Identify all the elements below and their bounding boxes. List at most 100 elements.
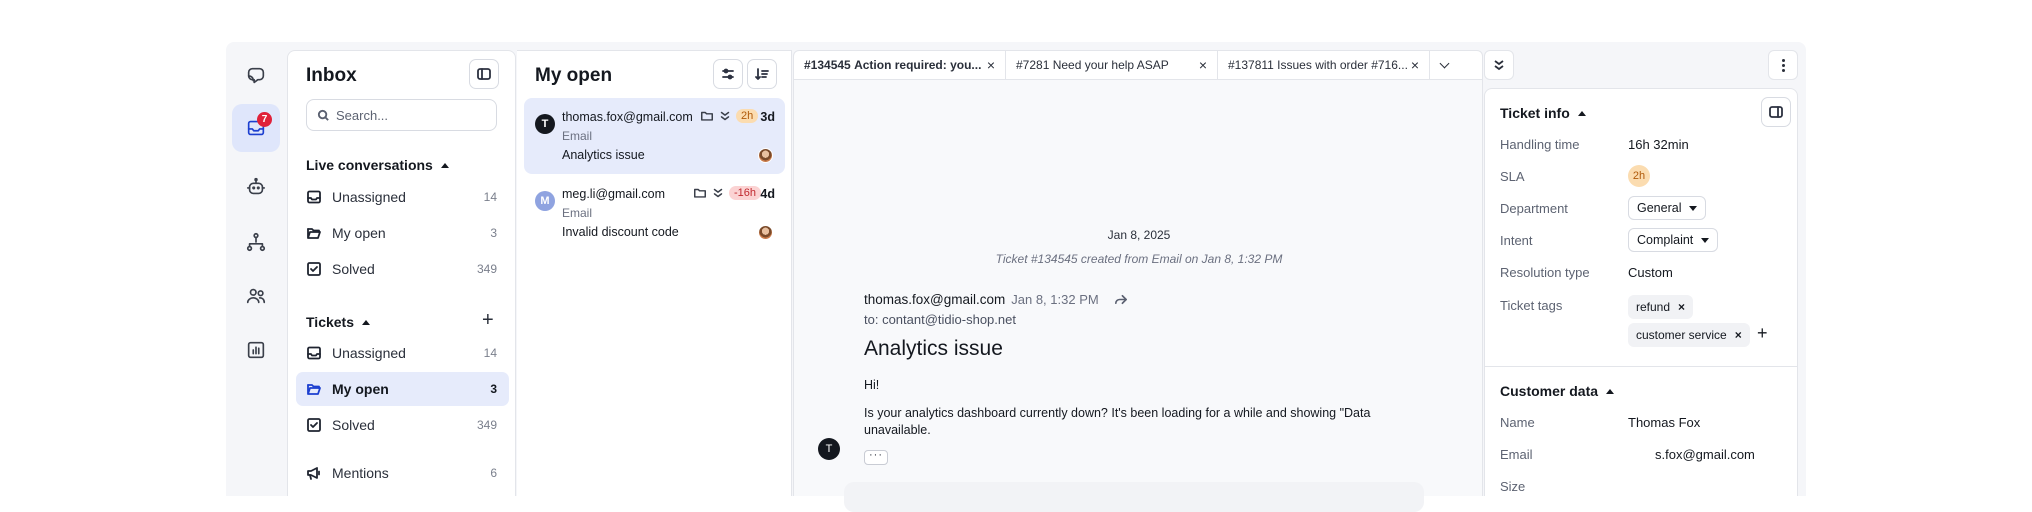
tab-ticket-7281[interactable]: #7281 Need your help ASAP × [1006, 51, 1218, 79]
customer-email-value[interactable]: s.fox@gmail.com [1655, 447, 1755, 462]
ticket-list-item[interactable]: T thomas.fox@gmail.com Email Analytics i… [524, 98, 785, 174]
rail-contacts-button[interactable] [232, 272, 280, 320]
tab-id: #134545 [804, 58, 851, 72]
handling-time-label: Handling time [1500, 137, 1580, 152]
sender-avatar: T [818, 438, 840, 460]
nav-label: Solved [332, 417, 375, 433]
chevrons-down-icon [713, 188, 723, 198]
search-input[interactable] [336, 107, 486, 123]
nav-label: Unassigned [332, 189, 406, 205]
ticket-info-label: Ticket info [1500, 105, 1570, 121]
resolution-type-value[interactable]: Custom [1628, 265, 1673, 280]
left-rail: 7 [226, 42, 286, 496]
section-divider [1485, 366, 1797, 367]
customer-avatar: T [535, 114, 555, 134]
department-label: Department [1500, 201, 1568, 216]
mentions-item[interactable]: Mentions 6 [296, 456, 509, 490]
customer-data-heading[interactable]: Customer data [1500, 383, 1615, 399]
customer-name-value[interactable]: Thomas Fox [1628, 415, 1700, 430]
search-box[interactable] [306, 99, 497, 131]
nav-count: 14 [483, 190, 497, 204]
tickets-solved-item[interactable]: Solved 349 [296, 408, 509, 442]
filter-button[interactable] [713, 59, 743, 89]
tab-title: Need your help ASAP [1052, 58, 1169, 72]
remove-tag-icon[interactable]: × [1735, 328, 1742, 342]
close-icon[interactable]: × [1199, 57, 1207, 73]
ticket-list-item[interactable]: M meg.li@gmail.com Email Invalid discoun… [524, 175, 785, 251]
live-my-open-item[interactable]: My open 3 [296, 216, 509, 250]
collapse-details-button[interactable] [1484, 50, 1514, 80]
ticket-channel: Email [562, 129, 593, 143]
sort-button[interactable] [747, 59, 777, 89]
toggle-panel-button[interactable] [1761, 97, 1791, 127]
contacts-icon [246, 288, 266, 304]
intent-value: Complaint [1637, 233, 1694, 247]
tab-ticket-137811[interactable]: #137811 Issues with order #716... × [1218, 51, 1430, 79]
ticket-tabs: #134545 Action required: you... × #7281 … [793, 50, 1483, 80]
live-solved-item[interactable]: Solved 349 [296, 252, 509, 286]
search-icon [317, 109, 329, 121]
customer-email-label: Email [1500, 447, 1533, 462]
forward-icon[interactable] [1113, 292, 1128, 307]
rail-inbox-button[interactable]: 7 [232, 104, 280, 152]
sidebar-icon [477, 68, 491, 80]
rail-flows-button[interactable] [232, 218, 280, 266]
more-options-button[interactable] [1768, 50, 1798, 80]
tab-title: Issues with order #716... [1277, 58, 1408, 72]
live-unassigned-item[interactable]: Unassigned 14 [296, 180, 509, 214]
caret-up-icon [1577, 110, 1586, 116]
tickets-heading[interactable]: Tickets [306, 314, 370, 330]
checkbox-icon [306, 261, 322, 277]
intent-select[interactable]: Complaint [1628, 228, 1719, 252]
tickets-unassigned-item[interactable]: Unassigned 14 [296, 336, 509, 370]
rail-analytics-button[interactable] [232, 326, 280, 374]
sla-value-badge: 2h [1628, 165, 1650, 187]
ticket-subject: Analytics issue [562, 148, 645, 162]
tab-ticket-134545[interactable]: #134545 Action required: you... × [794, 51, 1006, 79]
handling-time-value: 16h 32min [1628, 137, 1689, 152]
nav-count: 349 [476, 418, 497, 432]
assignee-avatar [758, 148, 773, 163]
close-icon[interactable]: × [987, 57, 995, 73]
caret-up-icon [362, 319, 370, 325]
close-icon[interactable]: × [1411, 57, 1419, 73]
sla-label: SLA [1500, 169, 1525, 184]
remove-tag-icon[interactable]: × [1678, 300, 1685, 314]
megaphone-icon [306, 465, 322, 481]
ticket-email: meg.li@gmail.com [562, 187, 665, 201]
caret-up-icon [440, 162, 449, 168]
tabs-dropdown-button[interactable] [1430, 51, 1458, 79]
department-select[interactable]: General [1628, 196, 1707, 220]
tickets-my-open-item[interactable]: My open 3 [296, 372, 509, 406]
folder-open-icon [306, 225, 322, 241]
toggle-sidebar-button[interactable] [469, 59, 499, 89]
message-subject: Analytics issue [864, 337, 1003, 360]
ticket-created-note: Ticket #134545 created from Email on Jan… [995, 252, 1283, 266]
add-tag-button[interactable]: + [1757, 323, 1768, 344]
unread-badge: 7 [257, 112, 272, 127]
logo-icon[interactable] [232, 52, 280, 100]
conversation-view: Jan 8, 2025 Ticket #134545 created from … [793, 80, 1483, 512]
sla-badge: 2h [736, 109, 759, 123]
nav-count: 3 [490, 226, 497, 240]
tag-chip: refund × [1628, 295, 1694, 319]
flows-icon [246, 232, 266, 252]
caret-down-icon [1701, 237, 1710, 243]
caret-up-icon [1606, 388, 1615, 394]
show-more-button[interactable]: ··· [864, 450, 888, 465]
ticket-subject: Invalid discount code [562, 225, 679, 239]
analytics-icon [247, 341, 265, 359]
intent-label: Intent [1500, 233, 1533, 248]
reply-composer[interactable] [844, 482, 1424, 512]
nav-label: Unassigned [332, 345, 406, 361]
sort-icon [755, 68, 769, 80]
live-conversations-heading[interactable]: Live conversations [306, 157, 449, 173]
add-ticket-button[interactable]: + [482, 310, 494, 330]
nav-count: 14 [483, 346, 497, 360]
date-separator: Jan 8, 2025 [1107, 228, 1171, 242]
nav-label: My open [332, 381, 389, 397]
message-time: Jan 8, 1:32 PM [1011, 292, 1099, 307]
rail-bot-button[interactable] [232, 163, 280, 211]
message-header: thomas.fox@gmail.com Jan 8, 1:32 PM [864, 292, 1128, 307]
ticket-info-heading[interactable]: Ticket info [1500, 105, 1586, 121]
